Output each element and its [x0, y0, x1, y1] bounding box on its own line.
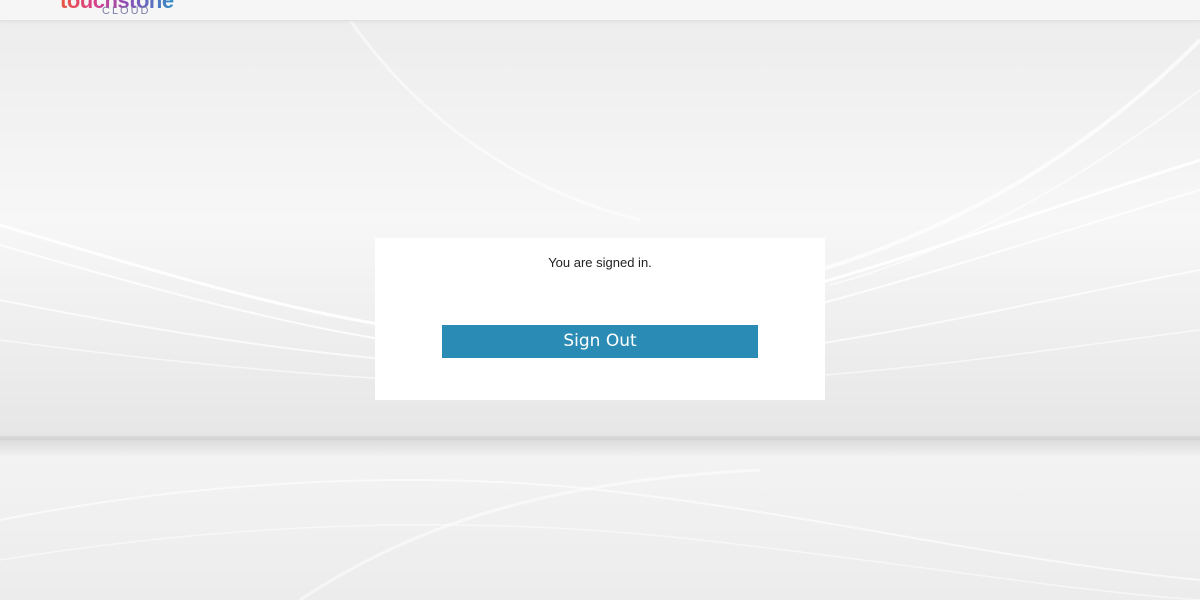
sign-out-button[interactable]: Sign Out [442, 325, 758, 358]
signed-in-page: touchstone CLOUD You are signed in. Sign… [0, 0, 1200, 600]
signed-in-message: You are signed in. [548, 255, 652, 270]
touchstone-cloud-logo[interactable]: touchstone CLOUD [60, 0, 205, 20]
top-header-bar: touchstone CLOUD [0, 0, 1200, 21]
sign-in-status-panel: You are signed in. Sign Out [375, 238, 825, 400]
logo-subtitle: CLOUD [102, 5, 151, 17]
